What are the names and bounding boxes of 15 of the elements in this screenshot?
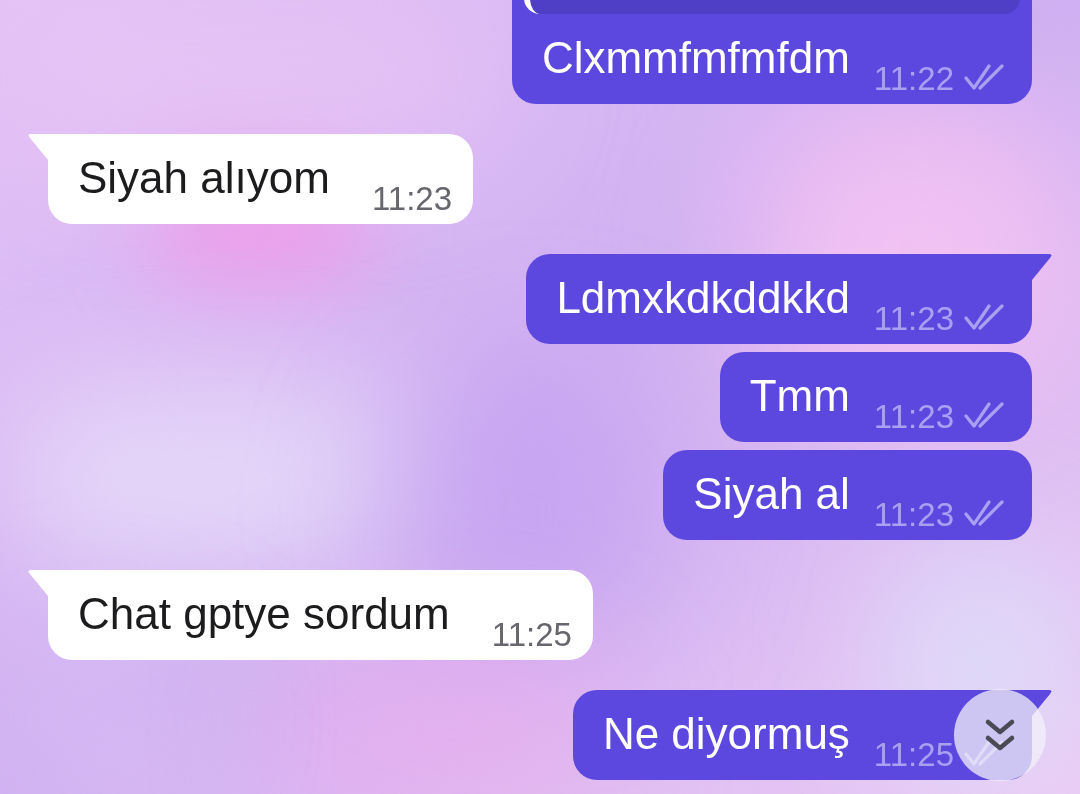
message-text: Chat gptye sordum — [78, 589, 450, 639]
message-text: Tmm — [749, 371, 850, 421]
double-chevron-down-icon — [984, 718, 1016, 752]
message-text: Clxmmfmfmfdm — [541, 33, 850, 83]
message-time: 11:23 — [371, 181, 453, 217]
message-time: 11:23 — [873, 301, 954, 337]
message-text: Siyah al — [693, 469, 850, 519]
message-text: Ne diyormuş — [602, 709, 850, 759]
message-time: 11:23 — [873, 497, 954, 533]
message-time: 11:25 — [873, 737, 954, 773]
message-time: 11:23 — [873, 399, 954, 435]
message-time: 11:22 — [873, 61, 954, 97]
message-text: Siyah alıyom — [78, 153, 330, 203]
message-text: Ldmxkdkddkkd — [556, 273, 850, 323]
message-time: 11:25 — [491, 617, 572, 653]
